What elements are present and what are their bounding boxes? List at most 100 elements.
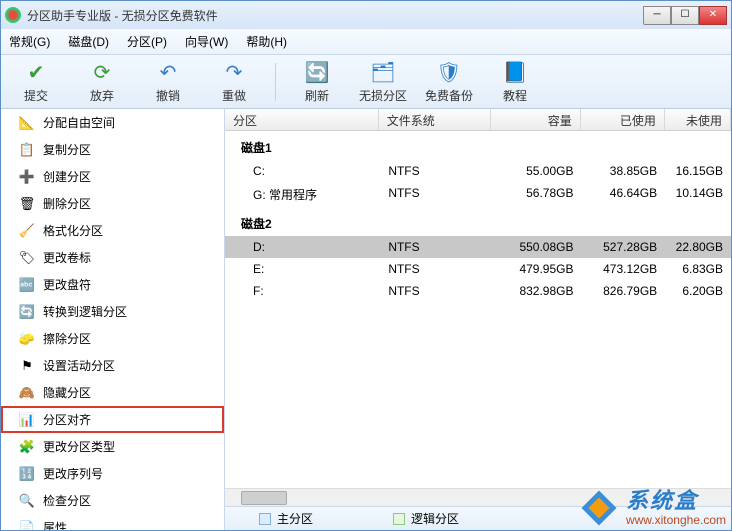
sidebar-item-11[interactable]: 📊 分区对齐 [1,406,224,433]
sidebar-icon: 🧹 [19,223,35,239]
refresh-button[interactable]: 🔄刷新 [292,59,342,104]
cell: 479.95GB [492,262,581,276]
tutorial-button[interactable]: 📘教程 [490,59,540,104]
cell: 527.28GB [581,240,665,254]
cell: G: 常用程序 [225,186,380,203]
sidebar-item-label: 分配自由空间 [43,114,115,131]
col-unused[interactable]: 未使用 [665,109,731,130]
menu-partition[interactable]: 分区(P) [127,33,167,50]
sidebar-item-label: 更改卷标 [43,249,91,266]
partition-row[interactable]: E:NTFS479.95GB473.12GB6.83GB [225,258,731,280]
partition-row[interactable]: C:NTFS55.00GB38.85GB16.15GB [225,160,731,182]
close-button[interactable]: ✕ [699,6,727,25]
undo-button[interactable]: ↶撤销 [143,59,193,104]
sidebar-item-label: 设置活动分区 [43,357,115,374]
lossless-button[interactable]: 🗂无损分区 [358,59,408,104]
col-filesystem[interactable]: 文件系统 [379,109,492,130]
undo-icon: ↶ [155,59,181,85]
col-used[interactable]: 已使用 [581,109,665,130]
cell: 826.79GB [581,284,665,298]
sidebar-icon: 📐 [19,115,35,131]
menu-wizard[interactable]: 向导(W) [185,33,228,50]
disk-header[interactable]: 磁盘1 [225,131,731,160]
sidebar-icon: 📊 [19,412,35,428]
sidebar-item-label: 创建分区 [43,168,91,185]
tutorial-icon: 📘 [502,59,528,85]
sidebar-item-9[interactable]: ⚑设置活动分区 [1,352,224,379]
sidebar-item-label: 分区对齐 [43,411,91,428]
refresh-icon: 🔄 [304,59,330,85]
sidebar-item-13[interactable]: 🔢更改序列号 [1,460,224,487]
primary-swatch [259,513,271,525]
cell: 56.78GB [492,186,581,203]
partition-row[interactable]: D:NTFS550.08GB527.28GB22.80GB [225,236,731,258]
backup-icon: 🛡 [436,59,462,85]
redo-icon: ↷ [221,59,247,85]
scrollbar-thumb[interactable] [241,491,287,505]
cell: 6.20GB [665,284,731,298]
sidebar-item-7[interactable]: 🔄转换到逻辑分区 [1,298,224,325]
sidebar-item-5[interactable]: 🏷 更改卷标 [1,244,224,271]
col-partition[interactable]: 分区 [225,109,379,130]
sidebar-item-label: 复制分区 [43,141,91,158]
sidebar-item-label: 转换到逻辑分区 [43,303,127,320]
cell: NTFS [380,164,492,178]
check-icon: ✔ [23,59,49,85]
cell: 473.12GB [581,262,665,276]
col-capacity[interactable]: 容量 [491,109,580,130]
toolbar-separator [275,63,276,101]
legend-logical: 逻辑分区 [393,510,459,527]
disk-header[interactable]: 磁盘2 [225,207,731,236]
window-title: 分区助手专业版 - 无损分区免费软件 [27,7,643,24]
toolbar: ✔提交 ⟳放弃 ↶撤销 ↷重做 🔄刷新 🗂无损分区 🛡免费备份 📘教程 [1,55,731,109]
horizontal-scrollbar[interactable] [225,488,731,506]
sidebar-item-12[interactable]: 🧩更改分区类型 [1,433,224,460]
cell: 38.85GB [581,164,665,178]
sidebar-icon: 📄 [19,520,35,531]
discard-icon: ⟳ [89,59,115,85]
logical-swatch [393,513,405,525]
redo-button[interactable]: ↷重做 [209,59,259,104]
cell: 16.15GB [665,164,731,178]
sidebar-icon: 🔤 [19,277,35,293]
cell: 46.64GB [581,186,665,203]
sidebar-icon: 🏷 [19,250,35,266]
cell: 832.98GB [492,284,581,298]
partition-row[interactable]: G: 常用程序NTFS56.78GB46.64GB10.14GB [225,182,731,207]
menu-general[interactable]: 常规(G) [9,33,50,50]
sidebar-item-2[interactable]: ➕创建分区 [1,163,224,190]
sidebar-item-15[interactable]: 📄属性 [1,514,224,530]
footer-legend: 主分区 逻辑分区 [225,506,731,530]
partition-row[interactable]: F:NTFS832.98GB826.79GB6.20GB [225,280,731,302]
menu-disk[interactable]: 磁盘(D) [68,33,109,50]
sidebar: 📐 分配自由空间 📋 复制分区 ➕创建分区🗑删除分区🧹格式化分区 🏷 更改卷标 🔤更改盘符🔄转… [1,109,225,530]
discard-button[interactable]: ⟳放弃 [77,59,127,104]
sidebar-item-10[interactable]: 🙈隐藏分区 [1,379,224,406]
sidebar-item-1[interactable]: 📋 复制分区 [1,136,224,163]
sidebar-item-0[interactable]: 📐 分配自由空间 [1,109,224,136]
sidebar-item-8[interactable]: 🧽擦除分区 [1,325,224,352]
cell: 6.83GB [665,262,731,276]
sidebar-item-14[interactable]: 🔍检查分区 [1,487,224,514]
minimize-button[interactable]: ─ [643,6,671,25]
sidebar-icon: 📋 [19,142,35,158]
menubar: 常规(G) 磁盘(D) 分区(P) 向导(W) 帮助(H) [1,29,731,55]
sidebar-item-label: 删除分区 [43,195,91,212]
sidebar-item-4[interactable]: 🧹格式化分区 [1,217,224,244]
menu-help[interactable]: 帮助(H) [246,33,287,50]
sidebar-icon: 🙈 [19,385,35,401]
sidebar-item-6[interactable]: 🔤更改盘符 [1,271,224,298]
body: 📐 分配自由空间 📋 复制分区 ➕创建分区🗑删除分区🧹格式化分区 🏷 更改卷标 🔤更改盘符🔄转… [1,109,731,530]
main-panel: 分区 文件系统 容量 已使用 未使用 磁盘1C:NTFS55.00GB38.85… [225,109,731,530]
window-controls: ─ ☐ ✕ [643,6,727,25]
sidebar-icon: 🔍 [19,493,35,509]
cell: F: [225,284,380,298]
cell: NTFS [380,284,492,298]
cell: NTFS [380,262,492,276]
cell: 10.14GB [665,186,731,203]
maximize-button[interactable]: ☐ [671,6,699,25]
list-header: 分区 文件系统 容量 已使用 未使用 [225,109,731,131]
commit-button[interactable]: ✔提交 [11,59,61,104]
backup-button[interactable]: 🛡免费备份 [424,59,474,104]
sidebar-item-3[interactable]: 🗑删除分区 [1,190,224,217]
